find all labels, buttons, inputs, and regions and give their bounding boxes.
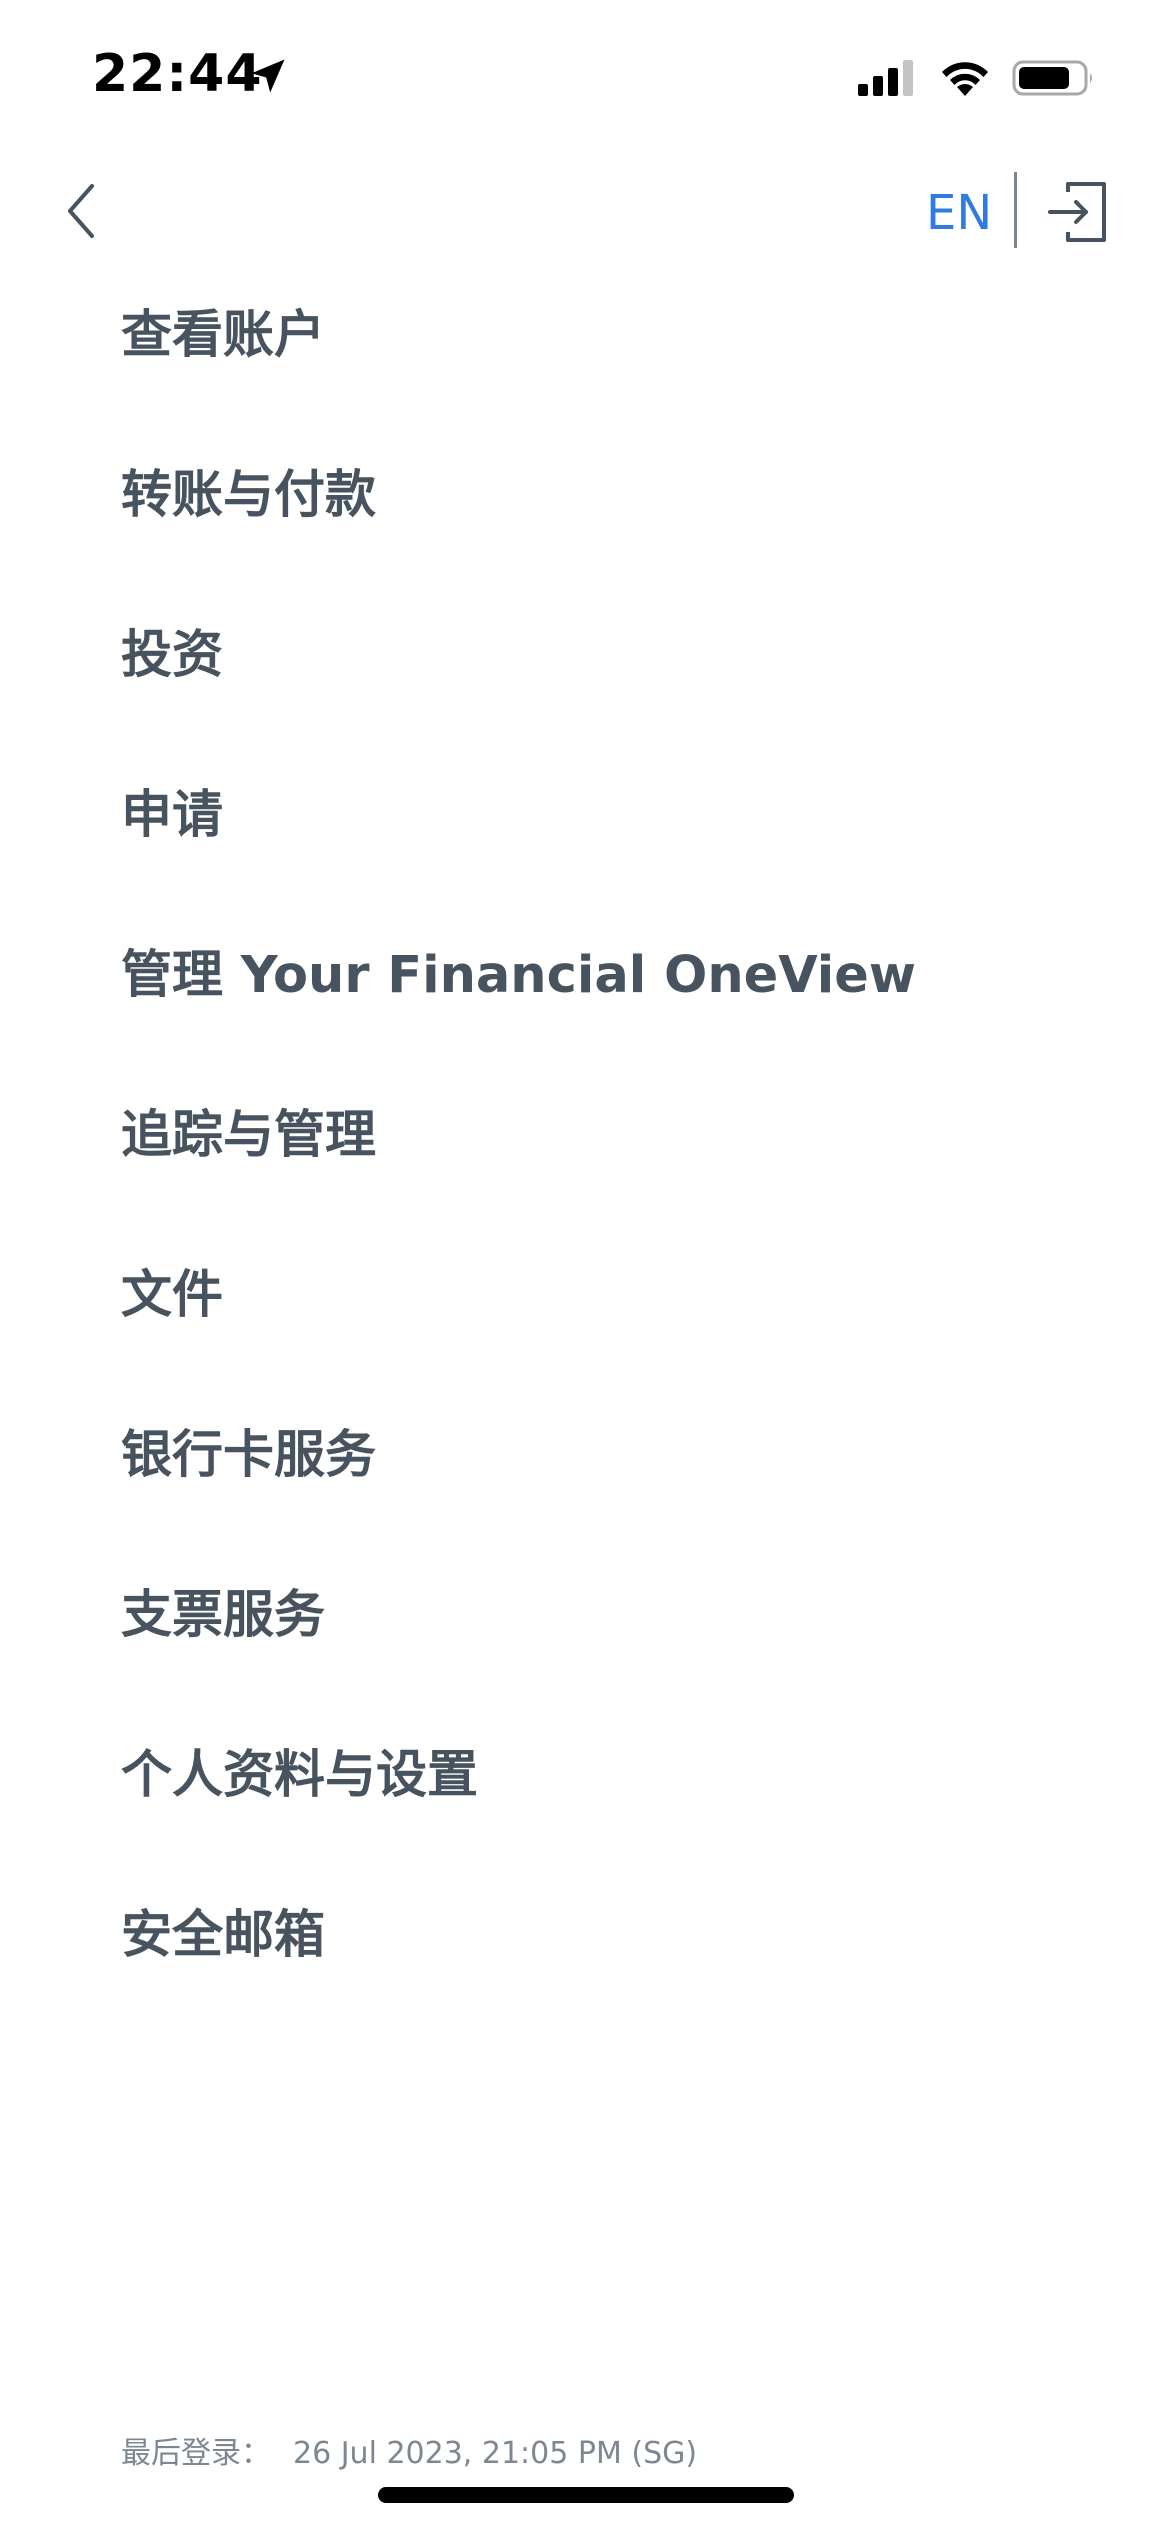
last-login-label: 最后登录：	[121, 2436, 271, 2471]
language-toggle-button[interactable]: EN	[926, 180, 992, 246]
menu-item-view-accounts[interactable]: 查看账户	[0, 256, 1170, 416]
menu-item-documents[interactable]: 文件	[0, 1216, 1170, 1376]
location-arrow-icon	[251, 59, 285, 93]
home-indicator[interactable]	[378, 2487, 794, 2503]
wifi-icon	[942, 62, 988, 96]
nav-divider	[1014, 172, 1017, 248]
back-button[interactable]	[56, 178, 112, 244]
menu-item-apply[interactable]: 申请	[0, 736, 1170, 896]
status-bar: 22:44	[0, 0, 1170, 150]
battery-icon	[1012, 60, 1092, 96]
menu-item-financial-oneview[interactable]: 管理 Your Financial OneView	[0, 896, 1170, 1056]
logout-icon[interactable]	[1046, 178, 1110, 246]
last-login-value: 26 Jul 2023, 21:05 PM (SG)	[293, 2436, 698, 2471]
menu-item-track-manage[interactable]: 追踪与管理	[0, 1056, 1170, 1216]
menu-item-transfer-payment[interactable]: 转账与付款	[0, 416, 1170, 576]
last-login-info: 最后登录： 26 Jul 2023, 21:05 PM (SG)	[121, 2428, 697, 2472]
status-time: 22:44	[92, 44, 263, 104]
menu-item-secure-mailbox[interactable]: 安全邮箱	[0, 1856, 1170, 2016]
menu-item-card-services[interactable]: 银行卡服务	[0, 1376, 1170, 1536]
menu-item-invest[interactable]: 投资	[0, 576, 1170, 736]
cellular-signal-icon	[858, 60, 913, 96]
menu-item-profile-settings[interactable]: 个人资料与设置	[0, 1696, 1170, 1856]
menu-screen: 22:44 EN 查看账户 转账与付款 投资 申请 管理 Your Financ…	[0, 0, 1170, 2532]
menu-item-cheque-services[interactable]: 支票服务	[0, 1536, 1170, 1696]
main-menu: 查看账户 转账与付款 投资 申请 管理 Your Financial OneVi…	[0, 256, 1170, 2016]
